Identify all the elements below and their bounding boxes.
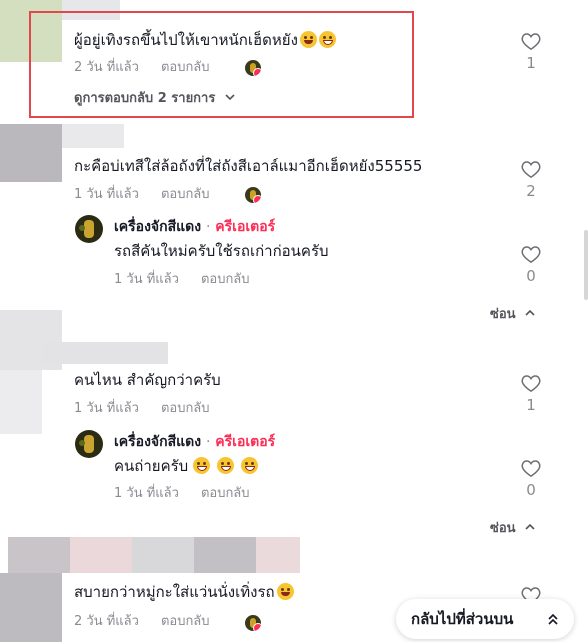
blurred-avatar-4 [0,573,62,642]
sweat-smile-emoji [318,31,336,48]
like-button-5[interactable]: 0 [519,459,543,499]
reply-text-2: คนถ่ายครับ [114,456,259,476]
heart-badge-icon [253,623,261,631]
scrollbar[interactable] [584,230,588,300]
blurred-username-3 [42,342,168,364]
reply-meta-2: 1 วัน ที่แล้ว ตอบกลับ [114,485,250,503]
like-count-3: 0 [526,267,536,285]
reply-button-6[interactable]: ตอบกลับ [161,613,210,631]
comment-time-2: 1 วัน ที่แล้ว [74,187,139,202]
author-name-2[interactable]: เครื่องจักสีแดง [114,434,201,450]
comment-time-3: 1 วัน ที่แล้ว [74,401,139,416]
comment-text-2: กะคือบ่เทสีใส่ล้อถังที่ใส่ถังสีเอาล์แมาอ… [74,157,423,175]
comment-meta-2: 1 วัน ที่แล้ว ตอบกลับ [74,186,210,204]
laugh-emoji [276,583,294,600]
hide-replies-button-2[interactable]: ซ่อน [490,517,536,538]
heart-outline-icon [521,246,541,263]
creator-avatar-1[interactable] [75,215,103,243]
blurred-avatar-3b [0,370,42,434]
double-chevron-up-icon [548,613,558,625]
creator-liked-avatar-4 [245,615,261,631]
blurred-username-4b [70,537,132,573]
reply-time-1: 1 วัน ที่แล้ว [114,272,179,287]
grin-emoji [241,457,259,474]
grin-emoji [193,457,211,474]
like-count-4: 1 [526,396,536,414]
comment-time-1: 2 วัน ที่แล้ว [74,60,139,75]
grin-emoji [217,457,235,474]
heart-outline-icon [521,375,541,392]
reply-author-1: เครื่องจักสีแดง · ครีเอเตอร์ [114,218,275,236]
like-button-2[interactable]: 2 [519,160,543,200]
back-to-top-label: กลับไปที่ส่วนบน [411,610,514,628]
comment-text-1: ผู้อยู่เทิงรถขึ้นไปให้เขาหนักเฮ็ดหยัง [74,30,336,50]
comment-text-4: สบายกว่าหมู่กะใส่แว่นนั่งเทิ่งรถ [74,582,294,602]
comment-meta-4: 2 วัน ที่แล้ว ตอบกลับ [74,613,210,631]
comment-text-3: คนไหน สำคัญกว่าครับ [74,371,221,389]
heart-outline-icon [521,33,541,50]
creator-liked-avatar-1 [245,60,261,76]
blurred-username-4c [132,537,194,573]
blurred-username-4e [256,537,300,573]
like-count-2: 2 [526,182,536,200]
like-count-1: 1 [526,54,536,72]
creator-badge-2: ครีเอเตอร์ [215,434,276,450]
reply-button-3[interactable]: ตอบกลับ [201,271,250,289]
blurred-username-4 [8,537,70,573]
like-button-3[interactable]: 0 [519,245,543,285]
like-button-1[interactable]: 1 [519,32,543,72]
comment-time-4: 2 วัน ที่แล้ว [74,614,139,629]
separator-dot: · [205,434,211,450]
separator-dot: · [205,219,211,235]
chevron-up-icon [525,523,535,530]
creator-badge-1: ครีเอเตอร์ [215,219,276,235]
creator-liked-avatar-2 [245,187,261,203]
chevron-down-icon [225,94,235,101]
heart-outline-icon [521,460,541,477]
heart-outline-icon [521,161,541,178]
author-name-1[interactable]: เครื่องจักสีแดง [114,219,201,235]
reply-author-2: เครื่องจักสีแดง · ครีเอเตอร์ [114,433,275,451]
comment-meta-3: 1 วัน ที่แล้ว ตอบกลับ [74,400,210,418]
reply-meta-1: 1 วัน ที่แล้ว ตอบกลับ [114,271,250,289]
creator-avatar-2[interactable] [75,430,103,458]
laugh-emoji [299,31,317,48]
reply-text-1: รถสีคันใหม่ครับใช้รถเก่าก่อนครับ [114,242,329,260]
blurred-username-4d [194,537,256,573]
heart-badge-icon [253,195,261,203]
reply-button-5[interactable]: ตอบกลับ [201,485,250,503]
reply-button-2[interactable]: ตอบกลับ [161,186,210,204]
hide-replies-button-1[interactable]: ซ่อน [490,303,536,324]
like-count-5: 0 [526,481,536,499]
blurred-avatar-2 [0,124,62,182]
blurred-username-2 [62,124,124,148]
reply-button-1[interactable]: ตอบกลับ [161,59,210,77]
back-to-top-button[interactable]: กลับไปที่ส่วนบน [396,599,574,639]
reply-button-4[interactable]: ตอบกลับ [161,400,210,418]
heart-badge-icon [253,68,261,76]
chevron-up-icon [525,309,535,316]
comment-meta-1: 2 วัน ที่แล้ว ตอบกลับ [74,59,210,77]
like-button-4[interactable]: 1 [519,374,543,414]
reply-time-2: 1 วัน ที่แล้ว [114,486,179,501]
view-replies-button[interactable]: ดูการตอบกลับ 2 รายการ [74,90,236,108]
